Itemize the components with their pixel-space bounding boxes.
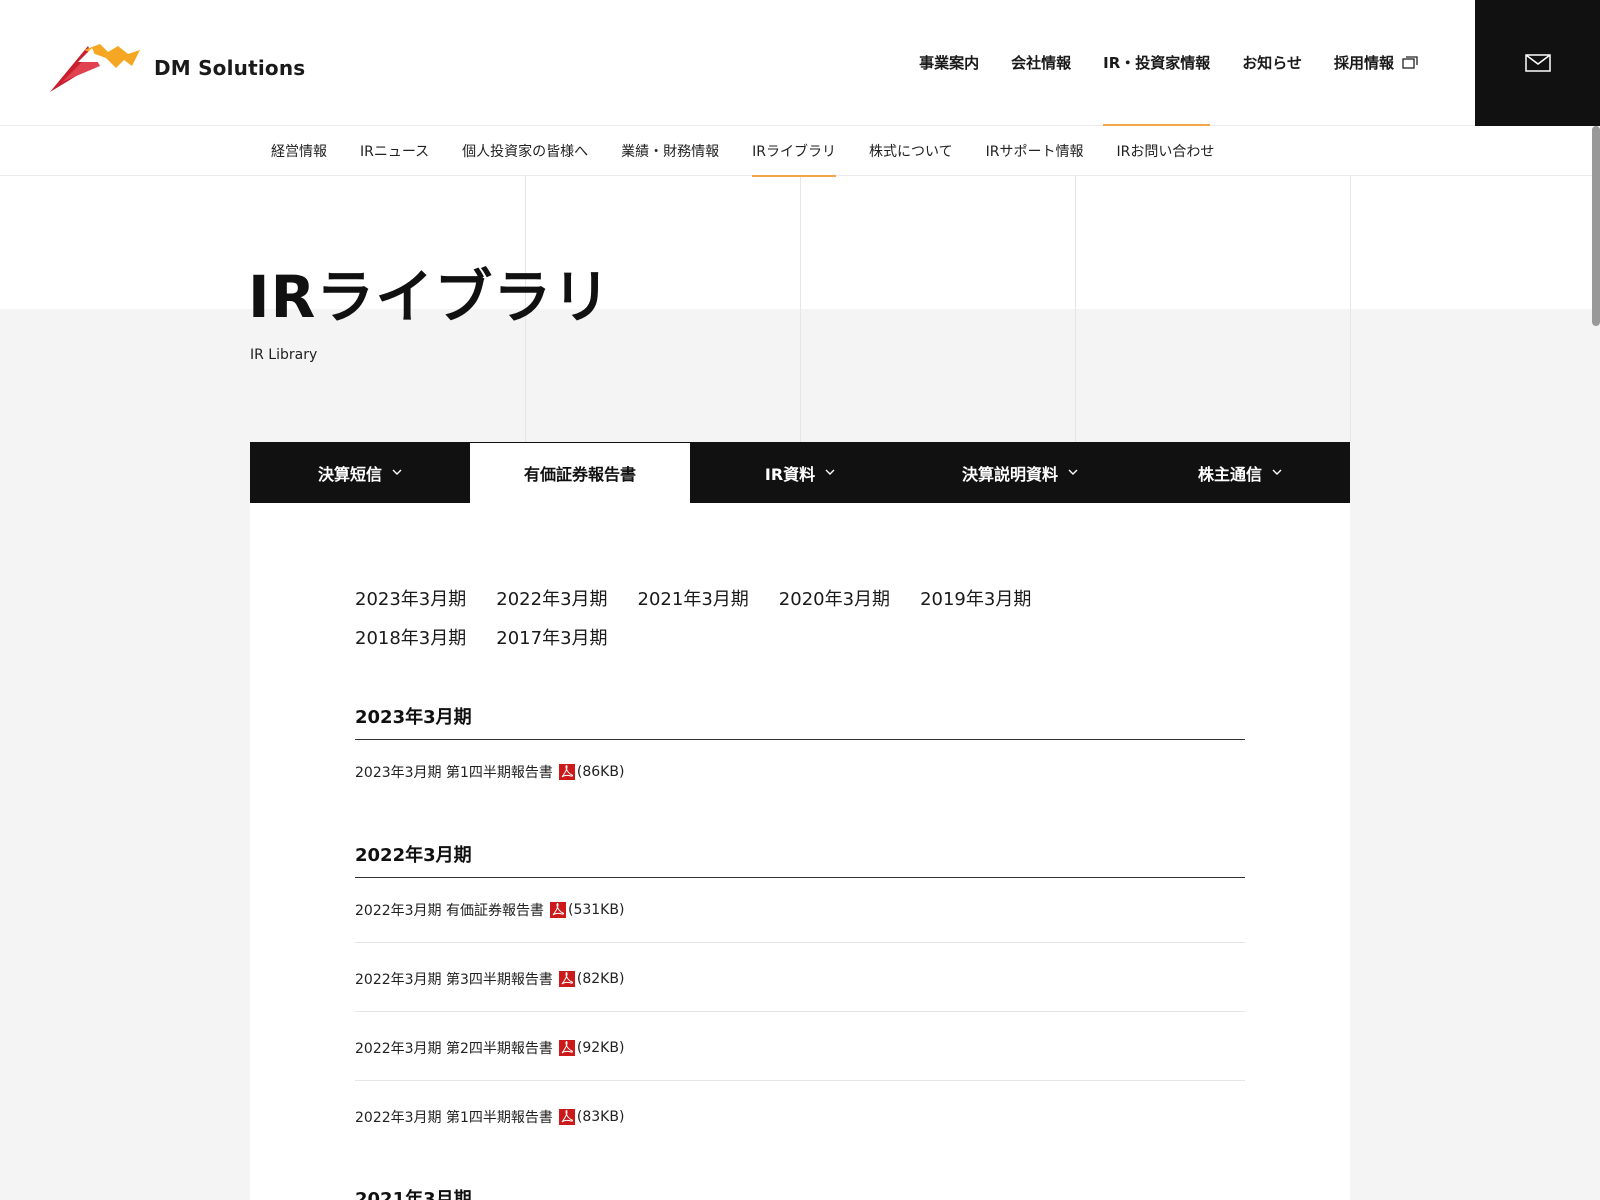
tab-securities-report[interactable]: 有価証券報告書: [470, 442, 690, 503]
file-size: (92KB): [576, 1040, 625, 1056]
page-title: IRライブラリ: [248, 263, 612, 331]
tab-earnings-summary[interactable]: 決算短信: [250, 442, 470, 503]
file-size: (86KB): [576, 764, 625, 780]
subnav-individual-investors[interactable]: 個人投資家の皆様へ: [462, 126, 588, 176]
page-subtitle: IR Library: [250, 347, 318, 363]
contact-mail-button[interactable]: [1475, 0, 1600, 126]
tab-label: 決算説明資料: [961, 464, 1058, 484]
gnav-recruit[interactable]: 採用情報: [1334, 50, 1418, 74]
pdf-icon: [558, 1109, 575, 1125]
file-size: (82KB): [576, 971, 625, 987]
chevron-down-icon: [1272, 469, 1282, 475]
gnav-label: お知らせ: [1242, 53, 1302, 72]
pdf-icon: [558, 764, 575, 780]
subnav-label: 株式について: [869, 144, 953, 160]
subnav-label: 個人投資家の皆様へ: [462, 144, 589, 160]
site-header: DM Solutions 事業案内 会社情報 IR・投資家情報 お知らせ 採用情…: [0, 0, 1600, 126]
subnav-ir-support[interactable]: IRサポート情報: [986, 126, 1084, 176]
section-heading: 2021年3月期: [355, 1185, 1245, 1200]
document-row: 2022年3月期 有価証券報告書 (531KB): [355, 900, 1245, 943]
chevron-down-icon: [1068, 469, 1078, 475]
grid-line: [1350, 176, 1351, 442]
tab-earnings-presentation[interactable]: 決算説明資料: [910, 442, 1130, 503]
document-row: 2022年3月期 第2四半期報告書 (92KB): [355, 1038, 1245, 1081]
year-link[interactable]: 2021年3月期: [638, 585, 749, 611]
subnav-ir-news[interactable]: IRニュース: [360, 126, 429, 176]
page-scrollbar[interactable]: [1592, 126, 1600, 326]
pdf-icon: [558, 1040, 575, 1056]
subnav-financial[interactable]: 業績・財務情報: [621, 126, 719, 176]
section-heading: 2022年3月期: [355, 841, 1245, 878]
year-link[interactable]: 2018年3月期: [355, 624, 466, 650]
gnav-news[interactable]: お知らせ: [1242, 50, 1302, 74]
file-size: (531KB): [568, 902, 625, 918]
document-link[interactable]: 2022年3月期 第3四半期報告書: [355, 969, 553, 989]
document-row: 2022年3月期 第1四半期報告書 (83KB): [355, 1107, 1245, 1127]
tab-shareholder-newsletter[interactable]: 株主通信: [1130, 442, 1350, 503]
document-link[interactable]: 2022年3月期 第1四半期報告書: [355, 1107, 553, 1127]
gnav-label: 採用情報: [1333, 53, 1394, 72]
gnav-label: 会社情報: [1011, 53, 1072, 72]
subnav-label: IRサポート情報: [985, 144, 1084, 160]
gnav-company[interactable]: 会社情報: [1011, 50, 1071, 74]
document-link[interactable]: 2022年3月期 有価証券報告書: [355, 900, 544, 920]
mail-icon: [1524, 54, 1551, 72]
gnav-label: IR・投資家情報: [1103, 53, 1211, 72]
subnav-ir-contact[interactable]: IRお問い合わせ: [1116, 126, 1214, 176]
subnav-label: IRニュース: [360, 144, 430, 160]
subnav-label: IRお問い合わせ: [1116, 144, 1215, 160]
site-logo[interactable]: DM Solutions: [48, 42, 305, 94]
gnav-business[interactable]: 事業案内: [919, 50, 979, 74]
grid-line: [800, 176, 801, 442]
chevron-down-icon: [825, 469, 835, 475]
gnav-ir[interactable]: IR・投資家情報: [1103, 50, 1211, 126]
logo-text: DM Solutions: [154, 56, 306, 80]
ir-sub-nav: 経営情報 IRニュース 個人投資家の皆様へ 業績・財務情報 IRライブラリ 株式…: [0, 126, 1600, 177]
tab-label: 決算短信: [317, 464, 382, 484]
year-link[interactable]: 2017年3月期: [496, 624, 607, 650]
year-anchor-links: 2023年3月期 2022年3月期 2021年3月期 2020年3月期 2019…: [355, 585, 1155, 650]
subnav-label: IRライブラリ: [752, 144, 837, 160]
year-link[interactable]: 2022年3月期: [496, 585, 607, 611]
pdf-icon: [550, 902, 566, 918]
external-window-icon: [1402, 55, 1418, 69]
year-link[interactable]: 2023年3月期: [355, 585, 466, 611]
document-row: 2022年3月期 第3四半期報告書 (82KB): [355, 969, 1245, 1012]
grid-line: [1075, 176, 1076, 442]
tab-label: IR資料: [764, 464, 816, 484]
subnav-ir-library[interactable]: IRライブラリ: [752, 126, 837, 177]
document-link[interactable]: 2022年3月期 第2四半期報告書: [355, 1038, 553, 1058]
file-size: (83KB): [576, 1109, 625, 1125]
section-heading: 2023年3月期: [355, 703, 1245, 740]
subnav-label: 業績・財務情報: [621, 144, 720, 160]
gnav-label: 事業案内: [919, 53, 980, 72]
document-link[interactable]: 2023年3月期 第1四半期報告書: [355, 762, 553, 782]
tab-label: 株主通信: [1197, 464, 1262, 484]
year-link[interactable]: 2020年3月期: [779, 585, 890, 611]
subnav-management[interactable]: 経営情報: [271, 126, 327, 176]
document-row: 2023年3月期 第1四半期報告書 (86KB): [355, 762, 1245, 782]
global-nav: 事業案内 会社情報 IR・投資家情報 お知らせ 採用情報: [919, 50, 1418, 126]
year-link[interactable]: 2019年3月期: [920, 585, 1031, 611]
pdf-icon: [558, 971, 575, 987]
chevron-down-icon: [392, 469, 402, 475]
subnav-label: 経営情報: [271, 144, 327, 160]
tab-ir-materials[interactable]: IR資料: [690, 442, 910, 503]
tab-label: 有価証券報告書: [523, 465, 636, 484]
logo-mark-icon: [50, 44, 140, 92]
subnav-stock[interactable]: 株式について: [869, 126, 953, 176]
category-tabs: 決算短信 有価証券報告書 IR資料 決算説明資料 株主通信: [250, 442, 1350, 503]
